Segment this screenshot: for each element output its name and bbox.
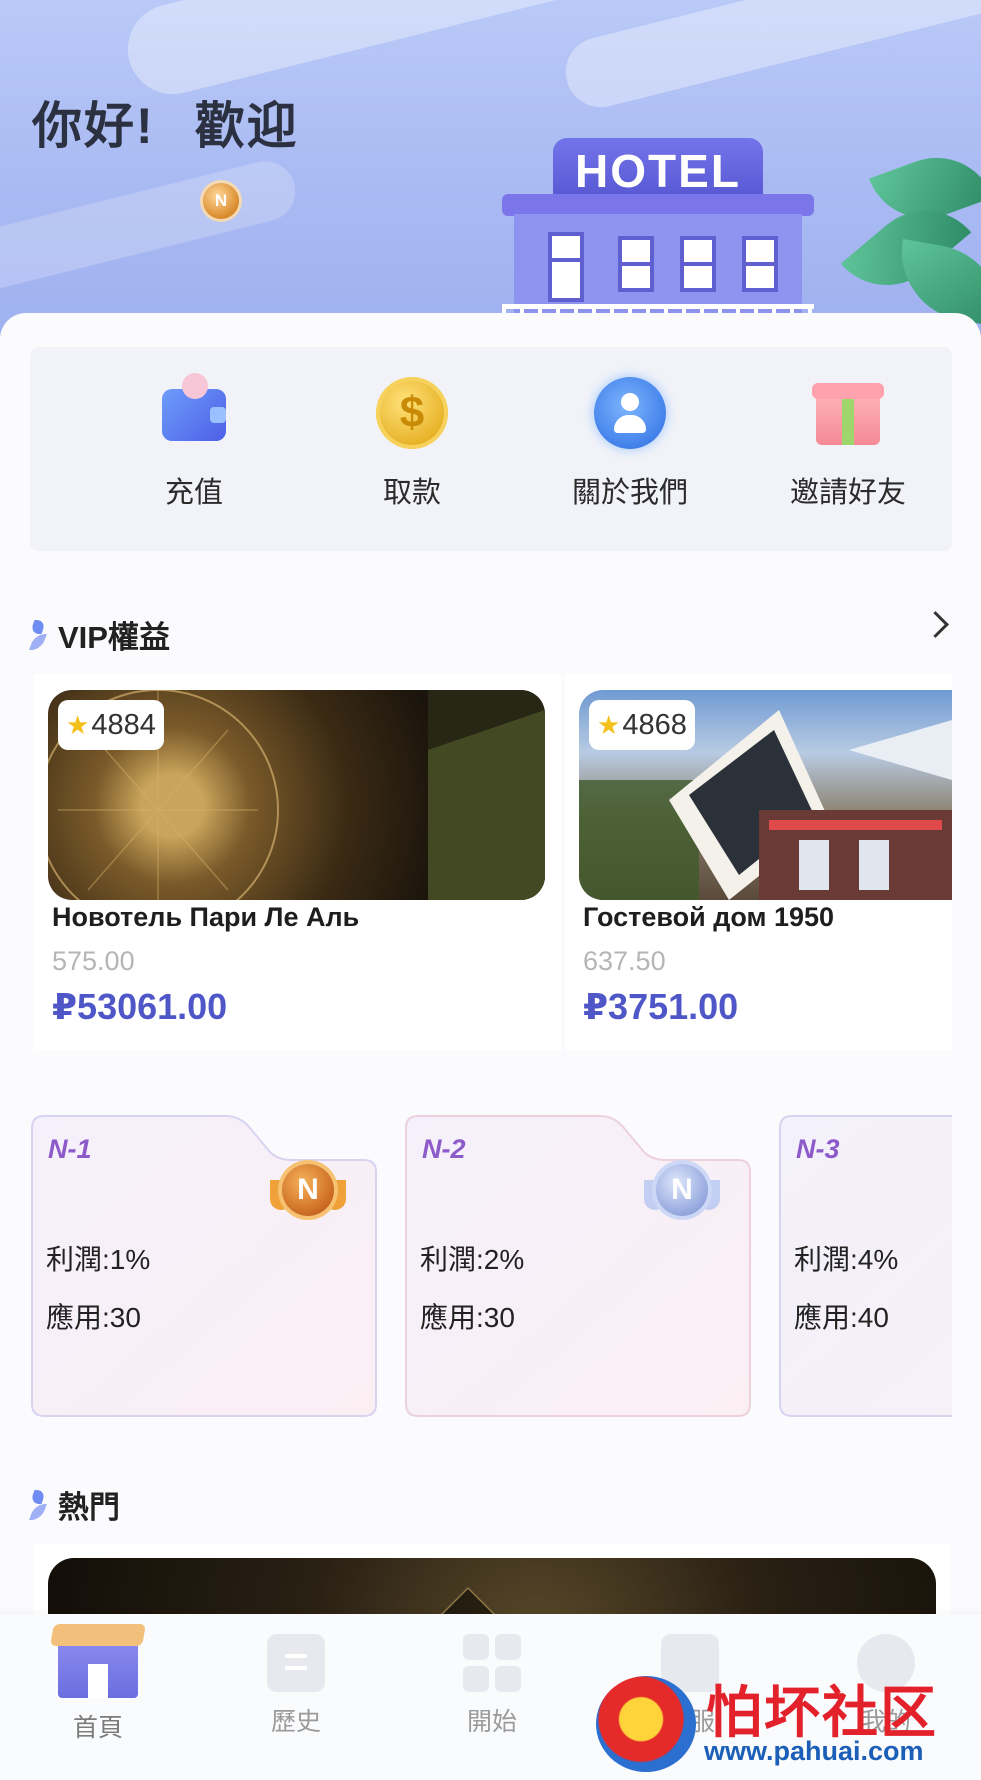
star-icon: ★ (597, 710, 621, 740)
about-us-label: 關於我們 (571, 477, 688, 509)
watermark: 怕坏社区 www.pahuai.com (596, 1668, 981, 1780)
vip-card[interactable]: ★4884 Новотель Пари Ле Аль 575.00 ₽53061… (34, 674, 561, 1051)
apps-text: 應用:30 (46, 1302, 141, 1333)
cloud-decoration (0, 154, 302, 306)
hotel-name: Новотель Пари Ле Аль (52, 902, 360, 932)
profit-text: 利潤:4% (794, 1244, 899, 1275)
nav-start[interactable]: 開始 (432, 1634, 552, 1738)
section-mark-icon (30, 1490, 48, 1522)
wallet-icon (156, 373, 232, 451)
level-card-n1[interactable]: N-1 N 利潤:1% 應用:30 (30, 1114, 378, 1418)
level-badge-icon: N (270, 1154, 346, 1230)
level-title: N-1 (48, 1134, 92, 1164)
about-us-button[interactable]: 關於我們 (550, 375, 710, 511)
nav-start-label: 開始 (466, 1708, 517, 1736)
invite-friends-label: 邀請好友 (789, 477, 906, 509)
recharge-button[interactable]: 充值 (114, 373, 274, 511)
start-grid-icon (463, 1634, 521, 1692)
hotel-name: Гостевой дом 1950 (583, 902, 835, 932)
watermark-url: www.pahuai.com (704, 1736, 924, 1766)
hot-title-text: 熱門 (58, 1490, 120, 1525)
rating-badge: ★4868 (589, 700, 695, 750)
level-title: N-2 (422, 1134, 466, 1164)
cloud-decoration (558, 0, 981, 115)
home-icon (50, 1624, 146, 1698)
section-mark-icon (30, 620, 48, 652)
profit-text: 利潤:2% (420, 1244, 525, 1275)
gift-icon (810, 375, 886, 451)
level-card-n2[interactable]: N-2 N 利潤:2% 應用:30 (404, 1114, 752, 1418)
quick-actions: 充值 $ 取款 關於我們 邀請好友 (30, 347, 952, 551)
greeting: 你好! 歡迎 (32, 86, 339, 158)
vip-card[interactable]: ★4868 Гостевой дом 1950 637.50 ₽3751.00 (565, 674, 952, 1051)
user-icon (592, 375, 668, 451)
withdraw-button[interactable]: $ 取款 (332, 375, 492, 511)
dollar-coin-icon: $ (374, 375, 450, 451)
original-price: 637.50 (583, 946, 666, 976)
price: ₽3751.00 (583, 986, 739, 1027)
history-icon (267, 1634, 325, 1692)
apps-text: 應用:40 (794, 1302, 889, 1333)
original-price: 575.00 (52, 946, 135, 976)
level-card-n3[interactable]: N-3 利潤:4% 應用:40 (778, 1114, 952, 1418)
level-badge-icon: N (644, 1154, 720, 1230)
header-banner: 你好! 歡迎 N HOTEL (0, 0, 981, 340)
price: ₽53061.00 (52, 986, 228, 1027)
hotel-sign: HOTEL (553, 138, 763, 202)
hotel-photo: ★4868 (579, 690, 952, 900)
hot-section-title: 熱門 (30, 1482, 120, 1527)
hotel-photo: ★4884 (48, 690, 545, 900)
hotel-illustration: HOTEL (498, 136, 820, 336)
profit-text: 利潤:1% (46, 1244, 151, 1275)
invite-friends-button[interactable]: 邀請好友 (768, 375, 928, 511)
watermark-logo-icon (596, 1676, 696, 1772)
vip-section-title: VIP權益 (30, 612, 170, 657)
plant-decoration (836, 140, 981, 338)
withdraw-label: 取款 (382, 477, 441, 509)
nav-history[interactable]: 歷史 (236, 1634, 356, 1738)
greeting-welcome: 歡迎 (194, 98, 299, 154)
nav-home-label: 首頁 (72, 1714, 123, 1742)
recharge-label: 充值 (164, 477, 223, 509)
level-title: N-3 (796, 1134, 840, 1164)
star-icon: ★ (66, 710, 90, 740)
rating-badge: ★4884 (58, 700, 164, 750)
greeting-hello: 你好! (32, 98, 155, 154)
nav-home[interactable]: 首頁 (38, 1624, 158, 1744)
vip-title-text: VIP權益 (58, 620, 170, 655)
nav-history-label: 歷史 (270, 1708, 321, 1736)
apps-text: 應用:30 (420, 1302, 515, 1333)
level-badge-icon: N (203, 183, 239, 219)
